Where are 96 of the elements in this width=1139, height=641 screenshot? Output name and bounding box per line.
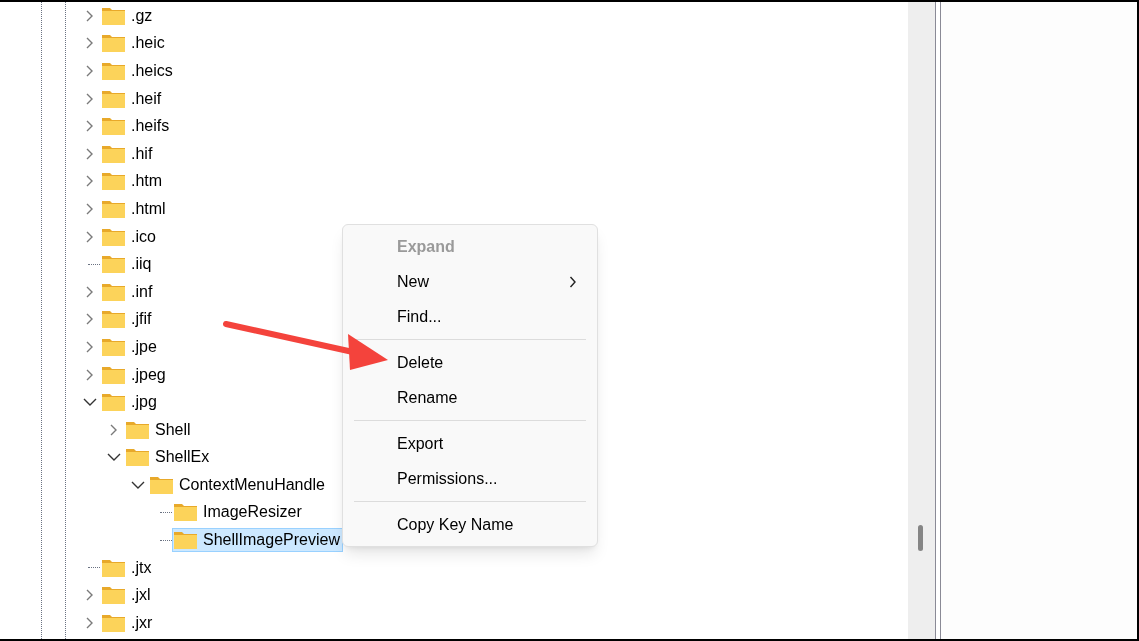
chevron-right-icon[interactable] (85, 202, 95, 215)
folder-icon (102, 337, 125, 356)
chevron-right-icon[interactable] (85, 92, 95, 105)
chevron-right-icon[interactable] (85, 589, 95, 602)
key-name: .heics (131, 61, 173, 81)
chevron-down-icon[interactable] (83, 397, 97, 408)
chevron-right-icon[interactable] (85, 175, 95, 188)
chevron-right-icon[interactable] (85, 616, 95, 629)
chevron-right-icon[interactable] (85, 9, 95, 22)
folder-icon (102, 117, 125, 136)
folder-icon (174, 503, 197, 522)
folder-icon (126, 448, 149, 467)
menu-item[interactable]: Rename (343, 380, 597, 415)
chevron-down-icon[interactable] (131, 479, 145, 490)
tree-item[interactable]: .gz (100, 3, 156, 28)
folder-icon (102, 144, 125, 163)
chevron-right-icon[interactable] (85, 120, 95, 133)
folder-icon (102, 199, 125, 218)
folder-icon (102, 89, 125, 108)
tree-item[interactable]: .hif (100, 141, 156, 166)
key-name: ContextMenuHandle (179, 474, 325, 495)
key-name: .jtx (131, 557, 152, 578)
scrollbar-thumb[interactable] (918, 525, 923, 551)
key-name: .heic (131, 33, 165, 54)
tree-item[interactable]: .jfif (100, 307, 155, 332)
chevron-right-icon[interactable] (85, 65, 95, 77)
key-name: ImageResizer (203, 502, 302, 523)
menu-item[interactable]: Export (343, 426, 597, 461)
folder-icon (174, 531, 197, 550)
key-name: .heif (131, 88, 162, 109)
tree-item[interactable]: .heifs (100, 114, 173, 139)
chevron-right-icon[interactable] (85, 285, 95, 298)
key-name: .iiq (131, 254, 152, 275)
folder-icon (102, 172, 125, 191)
tree-item[interactable]: ShellEx (124, 445, 213, 470)
tree-item[interactable]: .heic (100, 31, 168, 56)
key-name: .jpg (131, 392, 157, 413)
folder-icon (102, 62, 125, 80)
folder-icon (102, 558, 125, 577)
key-name: .ico (131, 226, 156, 247)
tree-item[interactable]: .jxl (100, 583, 154, 608)
key-name: Shell (155, 419, 191, 440)
menu-item[interactable]: Permissions... (343, 461, 597, 496)
key-name: .jpe (131, 336, 157, 357)
chevron-right-icon[interactable] (85, 230, 95, 243)
tree-item[interactable]: .iiq (100, 252, 155, 277)
chevron-right-icon[interactable] (109, 423, 119, 436)
folder-icon (102, 613, 125, 632)
tree-item[interactable]: .jpe (100, 334, 160, 359)
tree-item[interactable]: .ico (100, 224, 159, 249)
folder-icon (102, 255, 125, 274)
tree-item[interactable]: ContextMenuHandle (148, 472, 328, 497)
tree-item[interactable]: .jxr (100, 610, 156, 635)
menu-item[interactable]: New (343, 264, 597, 299)
tree-item[interactable]: .html (100, 196, 169, 221)
chevron-right-icon[interactable] (85, 368, 95, 381)
folder-icon (150, 475, 173, 494)
folder-icon (102, 393, 125, 412)
tree-item[interactable]: ShellImagePreview (172, 528, 343, 553)
key-name: ShellEx (155, 447, 210, 468)
folder-icon (102, 365, 125, 384)
chevron-right-icon[interactable] (85, 340, 95, 353)
key-name: .htm (131, 171, 163, 192)
folder-icon (102, 34, 125, 53)
chevron-down-icon[interactable] (107, 452, 121, 463)
chevron-right-icon[interactable] (85, 313, 95, 326)
tree-item[interactable]: .jpeg (100, 362, 169, 387)
key-name: ShellImagePreview (203, 530, 340, 551)
tree-item[interactable]: .heics (100, 59, 176, 83)
folder-icon (102, 310, 125, 329)
tree-item[interactable]: .inf (100, 279, 156, 304)
key-name: .jpeg (131, 364, 166, 385)
tree-item[interactable]: .jtx (100, 555, 155, 580)
menu-item[interactable]: Find... (343, 299, 597, 334)
folder-icon (102, 227, 125, 246)
folder-icon (102, 282, 125, 301)
key-name: .gz (131, 5, 153, 26)
tree-item[interactable]: ImageResizer (172, 500, 305, 525)
chevron-right-icon[interactable] (85, 37, 95, 50)
key-name: .html (131, 198, 166, 219)
folder-icon (102, 6, 125, 25)
key-name: .heifs (131, 116, 170, 137)
key-name: .jxl (131, 585, 151, 606)
folder-icon (126, 420, 149, 439)
folder-icon (102, 586, 125, 605)
key-name: .jfif (131, 309, 152, 330)
menu-item[interactable]: Copy Key Name (343, 507, 597, 542)
key-name: .inf (131, 281, 153, 302)
menu-item[interactable]: Delete (343, 345, 597, 380)
tree-item[interactable]: .heif (100, 86, 165, 111)
tree-item[interactable]: .jpg (100, 390, 160, 415)
chevron-right-icon[interactable] (85, 147, 95, 160)
key-name: .hif (131, 143, 153, 164)
tree-item[interactable]: .htm (100, 169, 166, 194)
key-name: .jxr (131, 612, 153, 633)
tree-item[interactable]: Shell (124, 417, 194, 442)
